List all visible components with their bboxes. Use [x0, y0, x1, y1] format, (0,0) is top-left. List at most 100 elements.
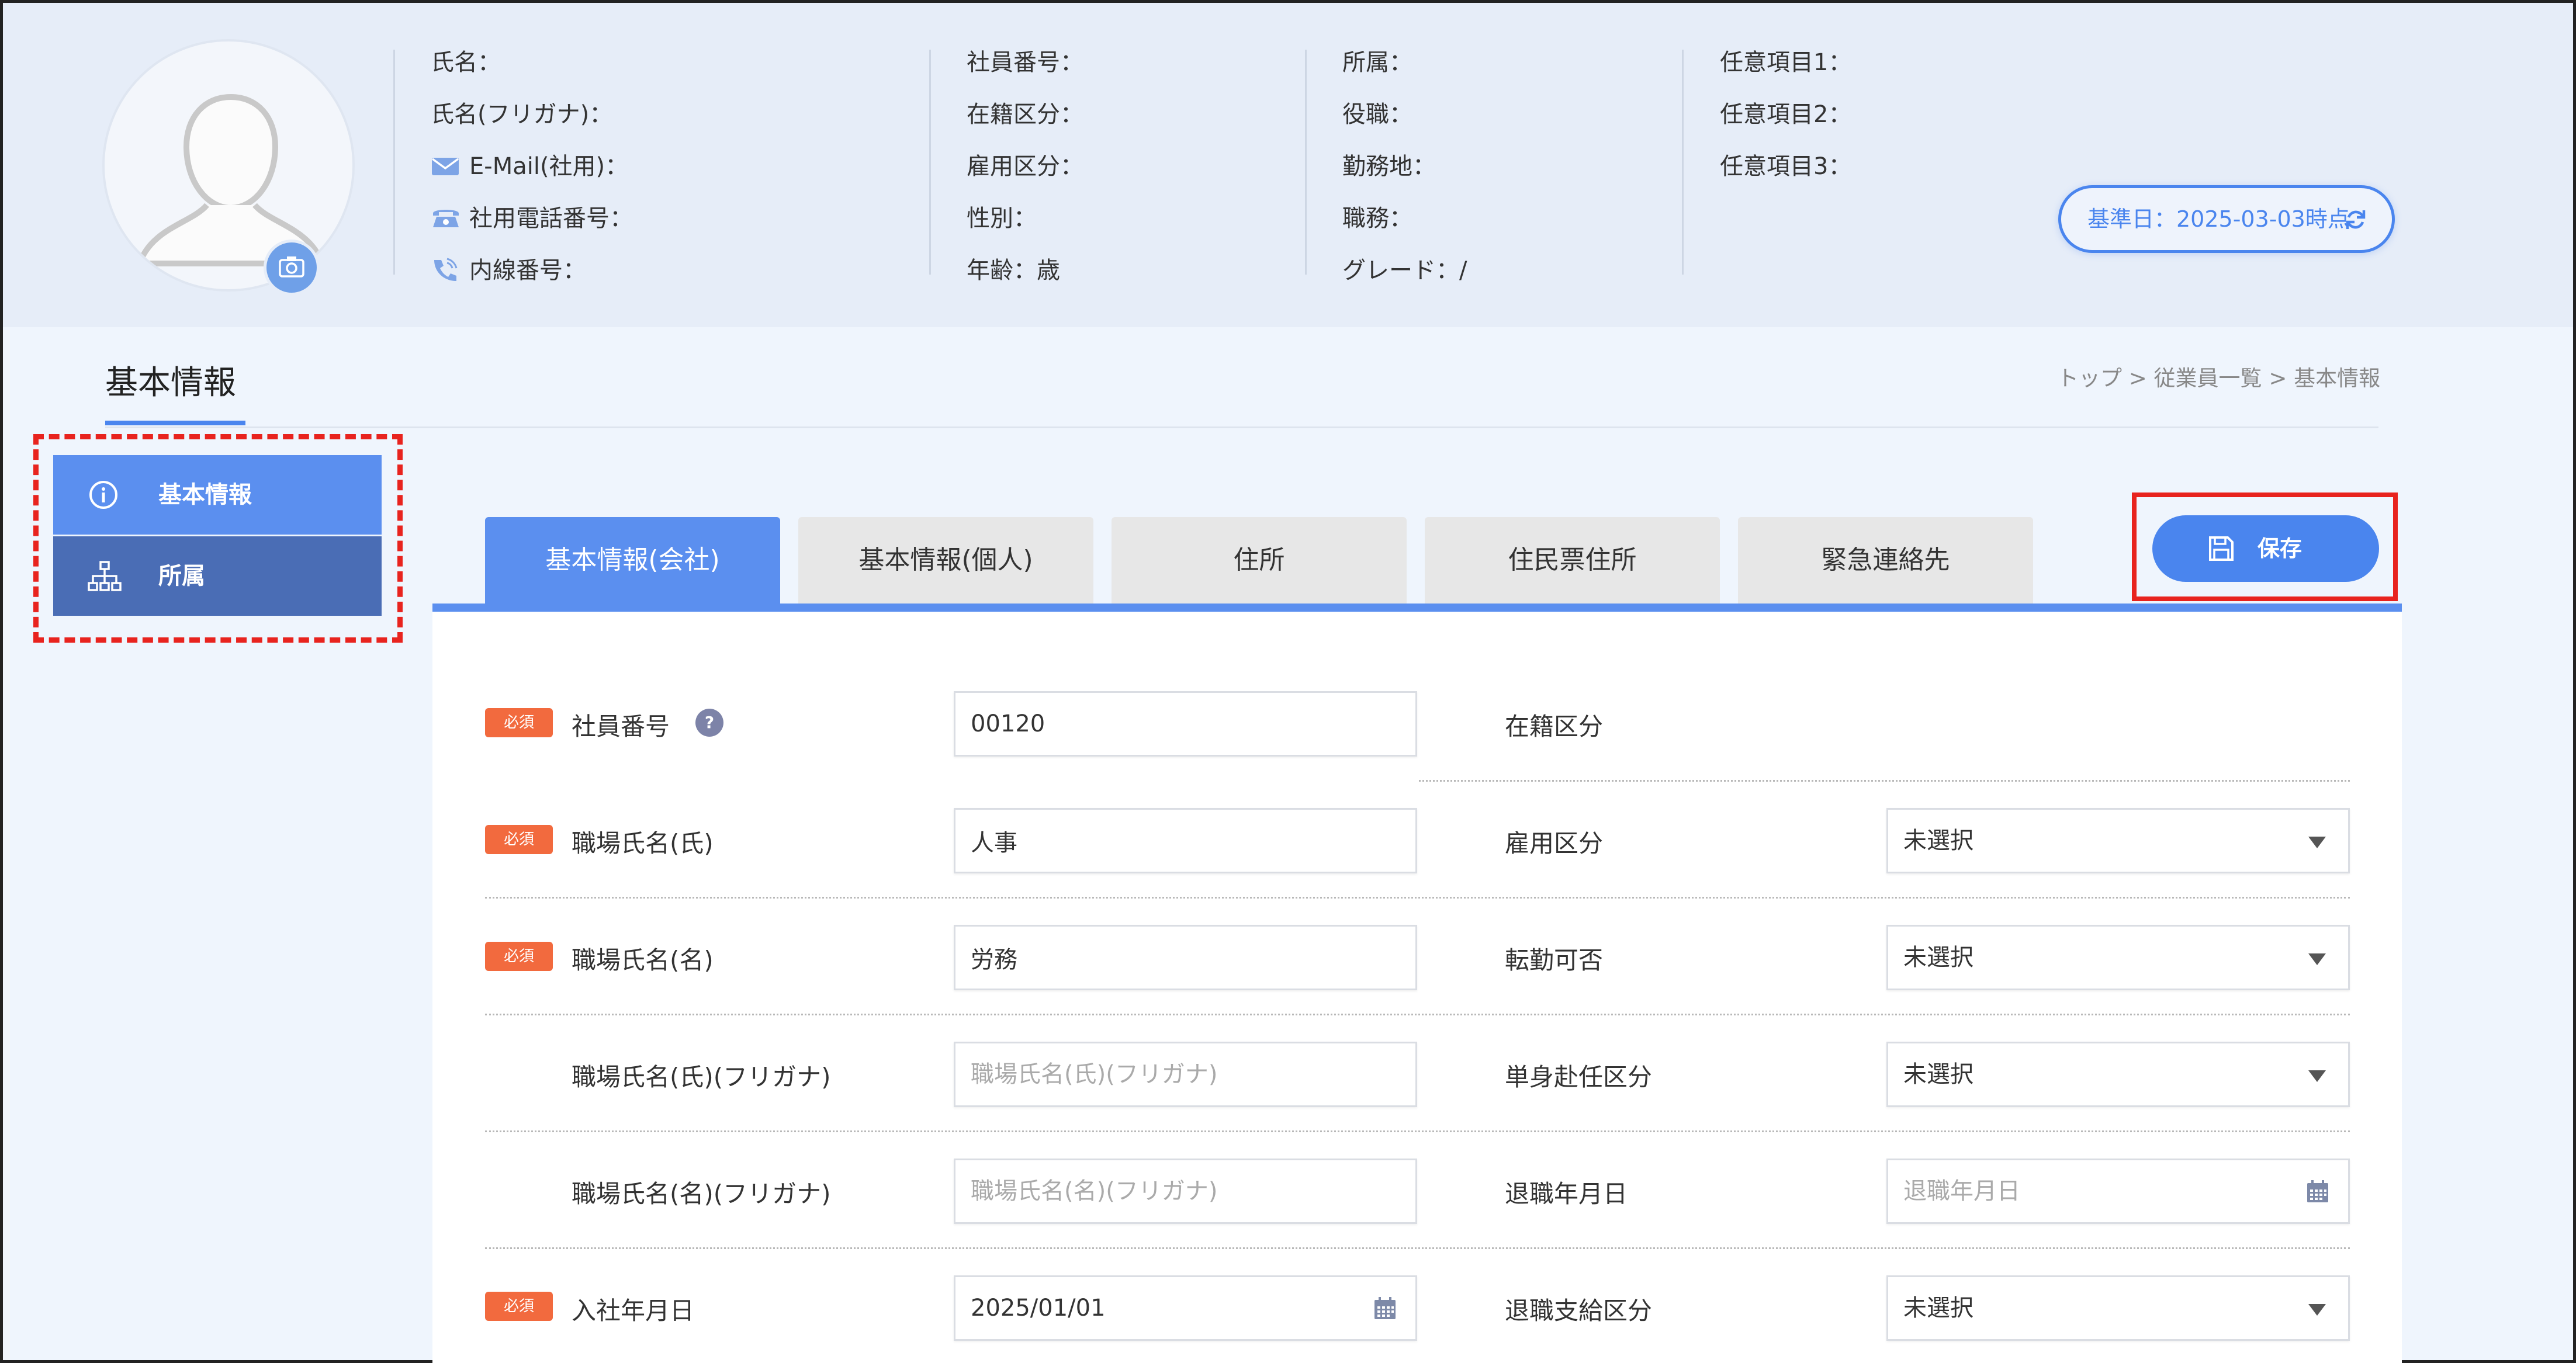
reference-date-label: 基準日：2025-03-03時点 — [2087, 206, 2350, 232]
chevron-down-icon — [2308, 953, 2326, 965]
header-col-optional: 任意項目1： 任意項目2： 任意項目3： — [1720, 45, 1851, 201]
label-workplace-given-name: 職場氏名(名) — [572, 946, 714, 974]
tab-underline — [432, 604, 2402, 612]
camera-icon — [279, 256, 304, 278]
camera-button[interactable] — [264, 240, 320, 296]
label-employment-type: 雇用区分 — [1505, 829, 1604, 858]
header-employee-number: 社員番号： — [967, 49, 1083, 76]
required-badge: 必須 — [485, 942, 553, 971]
header-extension: 内線番号： — [431, 253, 633, 305]
header-work-location: 勤務地： — [1342, 153, 1436, 180]
breadcrumb-top[interactable]: トップ — [2057, 366, 2122, 391]
workplace-given-name-input[interactable] — [954, 925, 1417, 990]
required-badge: 必須 — [485, 708, 553, 737]
tab-emergency-contact[interactable]: 緊急連絡先 — [1738, 517, 2033, 604]
header-col-personal: 氏名： 氏名(フリガナ)： E-Mail(社用)： 社用電話番号： 内線番号： — [431, 45, 633, 305]
label-enrollment-status: 在籍区分 — [1505, 712, 1604, 741]
breadcrumb-separator: > — [2269, 366, 2287, 391]
header-name-kana: 氏名(フリガナ)： — [431, 101, 613, 128]
workplace-surname-kana-input[interactable] — [954, 1042, 1417, 1107]
save-button[interactable]: 保存 — [2152, 515, 2379, 582]
mail-icon — [431, 152, 463, 182]
header-email: E-Mail(社用)： — [431, 149, 633, 201]
breadcrumb-current: 基本情報 — [2294, 366, 2381, 391]
single-posting-select[interactable]: 未選択 — [1886, 1042, 2350, 1107]
chevron-down-icon — [2308, 837, 2326, 848]
label-single-posting: 単身赴任区分 — [1505, 1063, 1653, 1091]
telephone-icon — [431, 204, 463, 234]
header-grade: グレード：/ — [1342, 257, 1467, 284]
header-age: 年齢：歳 — [967, 257, 1060, 284]
row-divider — [1419, 780, 2350, 782]
sidebar-menu: 基本情報 所属 — [33, 434, 403, 643]
required-badge: 必須 — [485, 1292, 553, 1321]
header-department: 所属： — [1342, 49, 1412, 76]
label-retirement-date: 退職年月日 — [1505, 1180, 1628, 1208]
label-workplace-given-name-kana: 職場氏名(名)(フリガナ) — [572, 1180, 831, 1208]
employment-type-select[interactable]: 未選択 — [1886, 808, 2350, 873]
tab-basic-company[interactable]: 基本情報(会社) — [485, 517, 780, 604]
header-divider — [1682, 50, 1684, 275]
breadcrumb-separator: > — [2128, 366, 2147, 391]
header-job-duty: 職務： — [1342, 205, 1412, 232]
employee-number-input[interactable] — [954, 691, 1417, 757]
header-col-organization: 所属： 役職： 勤務地： 職務： グレード：/ — [1342, 45, 1467, 305]
hire-date-input[interactable]: 2025/01/01 — [954, 1275, 1417, 1341]
header-optional-3: 任意項目3： — [1720, 153, 1852, 180]
row-divider — [485, 1247, 2350, 1249]
header-col-employment: 社員番号： 在籍区分： 雇用区分： 性別： 年齢：歳 — [967, 45, 1083, 305]
phone-handset-icon — [431, 256, 463, 286]
breadcrumb: トップ > 従業員一覧 > 基本情報 — [2057, 360, 2380, 392]
row-divider — [485, 1130, 2350, 1132]
header-employment-type: 雇用区分： — [967, 153, 1083, 180]
chevron-down-icon — [2308, 1304, 2326, 1316]
row-divider — [485, 897, 2350, 899]
label-workplace-surname: 職場氏名(氏) — [572, 829, 714, 858]
refresh-icon — [2346, 210, 2366, 229]
tab-address[interactable]: 住所 — [1112, 517, 1407, 604]
floppy-disk-icon — [2209, 536, 2234, 561]
reference-date-button[interactable]: 基準日：2025-03-03時点 — [2058, 185, 2395, 253]
header-gender: 性別： — [967, 205, 1037, 232]
retirement-date-input[interactable]: 退職年月日 — [1886, 1159, 2350, 1224]
help-icon[interactable]: ? — [695, 709, 723, 737]
required-badge: 必須 — [485, 825, 553, 854]
avatar — [102, 39, 355, 292]
header-divider — [1305, 50, 1307, 275]
save-label: 保存 — [2258, 536, 2303, 561]
header-company-phone: 社用電話番号： — [431, 201, 633, 253]
header-enrollment-status: 在籍区分： — [967, 101, 1083, 128]
label-transfer-availability: 転勤可否 — [1505, 946, 1604, 974]
header-optional-2: 任意項目2： — [1720, 101, 1852, 128]
workplace-surname-input[interactable] — [954, 808, 1417, 873]
calendar-icon[interactable] — [2305, 1179, 2331, 1205]
label-hire-date: 入社年月日 — [572, 1296, 695, 1325]
sidebar-item-affiliation[interactable]: 所属 — [53, 536, 382, 616]
retirement-payment-select[interactable]: 未選択 — [1886, 1275, 2350, 1341]
sidebar-item-label: 基本情報 — [158, 481, 252, 508]
tab-resident-address[interactable]: 住民票住所 — [1425, 517, 1720, 604]
label-employee-number: 社員番号 — [572, 712, 670, 741]
workplace-given-name-kana-input[interactable] — [954, 1159, 1417, 1224]
title-underline — [105, 421, 245, 425]
label-workplace-surname-kana: 職場氏名(氏)(フリガナ) — [572, 1063, 831, 1091]
transfer-availability-select[interactable]: 未選択 — [1886, 925, 2350, 990]
label-retirement-payment: 退職支給区分 — [1505, 1296, 1653, 1325]
header-name: 氏名： — [431, 49, 501, 76]
sidebar-item-label: 所属 — [158, 563, 205, 589]
profile-header: 氏名： 氏名(フリガナ)： E-Mail(社用)： 社用電話番号： 内線番号： … — [3, 3, 2573, 327]
chevron-down-icon — [2308, 1070, 2326, 1082]
header-divider — [929, 50, 931, 275]
header-divider — [393, 50, 395, 275]
info-circle-icon — [89, 481, 117, 509]
breadcrumb-employee-list[interactable]: 従業員一覧 — [2154, 366, 2262, 391]
row-divider — [485, 1014, 2350, 1015]
page-title: 基本情報 — [105, 364, 236, 402]
calendar-icon[interactable] — [1372, 1296, 1398, 1322]
header-optional-1: 任意項目1： — [1720, 49, 1852, 76]
title-divider — [105, 426, 2378, 428]
sidebar-item-basic-info[interactable]: 基本情報 — [53, 455, 382, 535]
tab-basic-personal[interactable]: 基本情報(個人) — [798, 517, 1093, 604]
header-position: 役職： — [1342, 101, 1412, 128]
org-chart-icon — [88, 561, 122, 591]
